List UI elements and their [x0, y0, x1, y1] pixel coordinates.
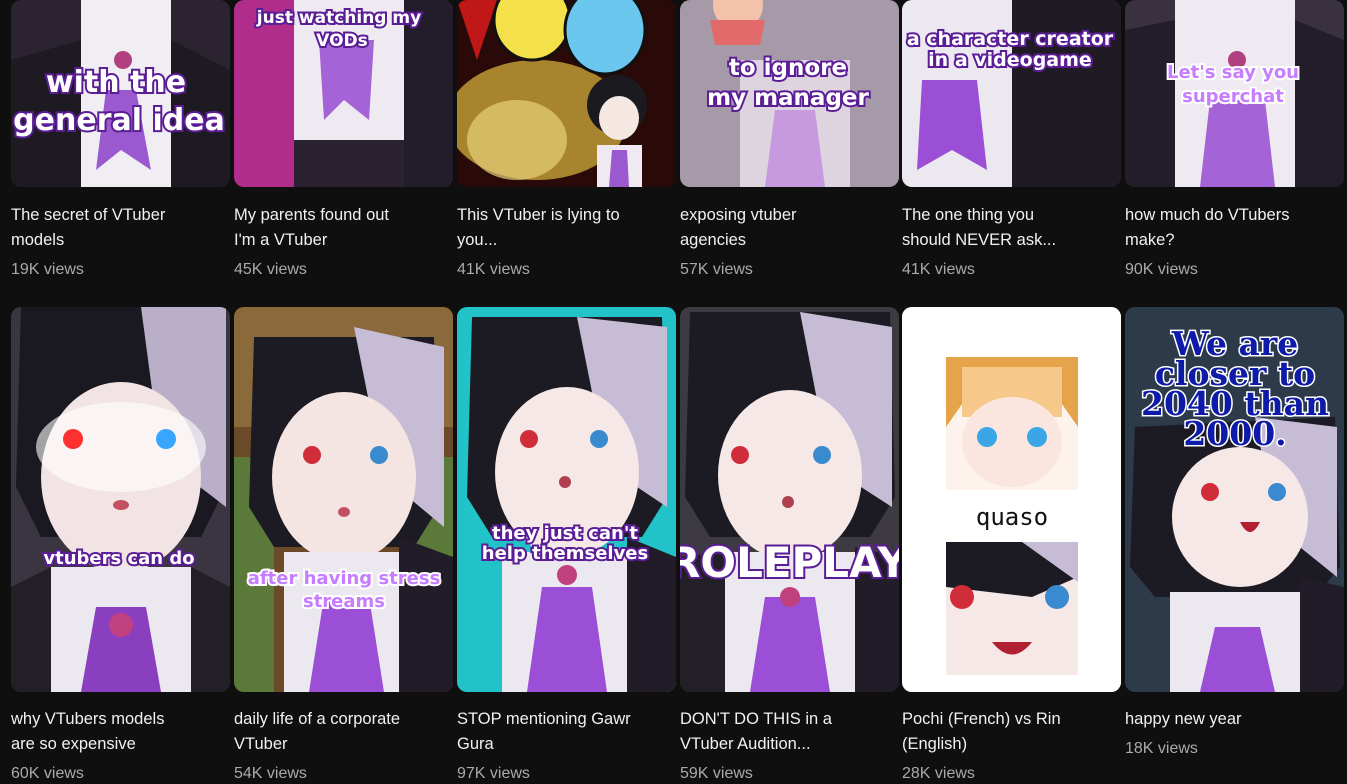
thumbnail-caption: VODs [316, 31, 368, 51]
video-thumbnail[interactable]: with the general idea [11, 0, 230, 187]
thumbnail-caption: with the [46, 65, 186, 100]
video-card[interactable]: they just can't help themselves STOP men… [457, 307, 676, 782]
thumbnail-caption: quaso [976, 503, 1048, 531]
thumbnail-caption: just watching my [256, 8, 421, 28]
video-thumbnail[interactable]: We are closer to 2040 than 2000. [1125, 307, 1344, 692]
thumbnail-caption: superchat [1182, 86, 1284, 107]
video-thumbnail[interactable]: ROLEPLAY [680, 307, 899, 692]
thumbnail-caption: help themselves [482, 543, 648, 564]
thumbnail-caption: to ignore [729, 55, 847, 81]
video-thumbnail[interactable]: vtubers can do [11, 307, 230, 692]
video-card[interactable]: quaso Pochi (French) vs Rin (English) 28K… [902, 307, 1121, 782]
view-count: 59K views [680, 765, 753, 782]
view-count: 41K views [457, 261, 530, 278]
video-card[interactable]: Let's say you superchat how much do VTub… [1125, 0, 1344, 290]
view-count: 28K views [902, 765, 975, 782]
view-count: 90K views [1125, 261, 1198, 278]
video-thumbnail[interactable]: Let's say you superchat [1125, 0, 1344, 187]
video-thumbnail[interactable]: they just can't help themselves [457, 307, 676, 692]
video-card[interactable]: ROLEPLAY DON'T DO THIS in a VTuber Auditi… [680, 307, 899, 782]
video-card[interactable]: to ignore my manager exposing vtuber agen… [680, 0, 899, 290]
view-count: 18K views [1125, 740, 1198, 757]
thumbnail-caption: Let's say you [1167, 62, 1299, 83]
view-count: 57K views [680, 261, 753, 278]
thumbnail-caption: a character creator [907, 28, 1114, 50]
video-title[interactable]: STOP mentioning Gawr Gura [457, 707, 667, 757]
thumbnail-caption: streams [303, 591, 385, 612]
video-title[interactable]: how much do VTubers make? [1125, 203, 1335, 253]
video-card[interactable]: just watching my VODs My parents found o… [234, 0, 453, 290]
video-title[interactable]: This VTuber is lying to you... [457, 203, 667, 253]
video-card[interactable]: We are closer to 2040 than 2000. happy n… [1125, 307, 1344, 782]
video-thumbnail[interactable]: a character creator in a videogame [902, 0, 1121, 187]
thumbnail-caption: general idea [13, 103, 225, 138]
view-count: 97K views [457, 765, 530, 782]
thumbnail-caption: they just can't [492, 523, 638, 544]
video-thumbnail[interactable] [457, 0, 676, 187]
video-title[interactable]: DON'T DO THIS in a VTuber Audition... [680, 707, 890, 757]
view-count: 41K views [902, 261, 975, 278]
thumbnail-caption: after having stress [248, 568, 441, 589]
thumbnail-caption: vtubers can do [43, 548, 194, 569]
thumbnail-caption: 2000. [1183, 414, 1286, 453]
video-card[interactable]: This VTuber is lying to you... 41K views [457, 0, 676, 290]
video-title[interactable]: happy new year [1125, 707, 1335, 732]
video-title[interactable]: My parents found out I'm a VTuber [234, 203, 444, 253]
thumbnail-caption: in a videogame [928, 49, 1092, 71]
thumbnail-caption: ROLEPLAY [680, 538, 899, 587]
video-thumbnail[interactable]: to ignore my manager [680, 0, 899, 187]
video-card[interactable]: vtubers can do why VTubers models are so … [11, 307, 230, 782]
view-count: 60K views [11, 765, 84, 782]
video-thumbnail[interactable]: after having stress streams [234, 307, 453, 692]
video-thumbnail[interactable]: just watching my VODs [234, 0, 453, 187]
video-title[interactable]: daily life of a corporate VTuber [234, 707, 444, 757]
thumbnail-caption: my manager [707, 85, 869, 111]
video-title[interactable]: The secret of VTuber models [11, 203, 221, 253]
video-title[interactable]: The one thing you should NEVER ask... [902, 203, 1112, 253]
video-card[interactable]: after having stress streams daily life o… [234, 307, 453, 782]
video-title[interactable]: exposing vtuber agencies [680, 203, 890, 253]
view-count: 54K views [234, 765, 307, 782]
video-thumbnail[interactable]: quaso [902, 307, 1121, 692]
video-title[interactable]: Pochi (French) vs Rin (English) [902, 707, 1112, 757]
video-card[interactable]: a character creator in a videogame The o… [902, 0, 1121, 290]
video-card[interactable]: with the general idea The secret of VTub… [11, 0, 230, 290]
view-count: 19K views [11, 261, 84, 278]
view-count: 45K views [234, 261, 307, 278]
video-title[interactable]: why VTubers models are so expensive [11, 707, 221, 757]
